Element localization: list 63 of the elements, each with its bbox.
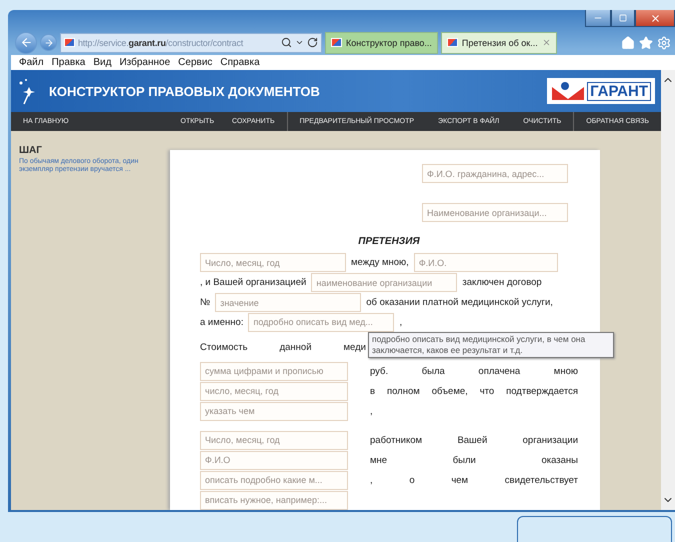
input-field[interactable]: указать чем xyxy=(200,402,348,421)
close-icon xyxy=(650,12,660,24)
document-text: Стоимость данной меди xyxy=(200,342,366,353)
search-icon[interactable] xyxy=(281,37,292,48)
back-button[interactable] xyxy=(15,32,37,54)
input-field[interactable]: Ф.И.О. xyxy=(414,253,558,272)
tooltip: подробно описать вид медицинской услуги, в чем она заключается, каков ее результат и т.д. xyxy=(368,332,614,358)
document-text: , xyxy=(370,406,374,417)
input-field[interactable]: наименование организации xyxy=(311,273,458,292)
document-text: между мною, xyxy=(351,257,409,268)
document-text: работником Вашей организации xyxy=(370,434,578,446)
home-icon[interactable] xyxy=(621,36,635,50)
star-icon[interactable] xyxy=(639,36,653,50)
site-title: КОНСТРУКТОР ПРАВОВЫХ ДОКУМЕНТОВ xyxy=(49,84,320,98)
document-text: заключен договор xyxy=(462,277,542,288)
input-field[interactable]: число, месяц, год xyxy=(200,382,348,401)
close-icon[interactable] xyxy=(542,38,551,47)
maximize-icon xyxy=(619,14,627,22)
menu-item[interactable]: Сервис xyxy=(178,57,212,68)
input-field[interactable]: Наименование организаци... xyxy=(422,203,568,222)
document-text: № xyxy=(200,297,210,308)
document-text: , о чем свидетельствует xyxy=(370,474,578,486)
input-field[interactable]: значение xyxy=(215,293,362,312)
input-field[interactable]: Ф.И.О. гражданина, адрес... xyxy=(422,164,568,183)
logo: ГАРАНТ xyxy=(547,78,655,104)
forward-button[interactable] xyxy=(40,34,57,51)
menu-item[interactable]: Файл xyxy=(19,57,44,68)
browser-tab[interactable]: Конструктор право... xyxy=(325,32,438,54)
input-field[interactable]: Число, месяц, год xyxy=(200,430,348,450)
menu-item[interactable]: Избранное xyxy=(119,57,170,68)
input-field[interactable]: Число, месяц, год xyxy=(200,253,346,272)
arrow-left-icon xyxy=(20,36,32,49)
caret-icon[interactable] xyxy=(295,38,304,47)
refresh-icon[interactable] xyxy=(307,37,318,48)
browser-tab[interactable]: Претензия об ок... xyxy=(440,32,557,54)
input-field[interactable]: подробно описать вид мед... xyxy=(248,312,394,332)
document-text: об оказании платной медицинской услуги, xyxy=(366,297,553,308)
document-title: ПРЕТЕНЗИЯ xyxy=(358,236,420,247)
site-icon xyxy=(331,38,342,47)
scrollbar[interactable] xyxy=(661,70,675,510)
close-button[interactable] xyxy=(635,10,675,27)
menu-item[interactable]: Правка xyxy=(52,57,86,68)
document-text: в полном объеме, что подтверждается xyxy=(370,386,578,397)
site-icon xyxy=(446,38,458,47)
step-heading: ШАГ xyxy=(19,145,43,156)
menu-item[interactable]: Вид xyxy=(93,57,112,68)
document-text: , и Вашей организацией xyxy=(200,277,306,288)
input-field[interactable]: вписать нужное, например:... xyxy=(200,490,348,510)
document-text: , xyxy=(399,316,402,328)
maximize-button[interactable] xyxy=(611,10,635,27)
arrow-right-icon xyxy=(44,38,54,48)
address-bar[interactable]: http://service.garant.ru/constructor/contract xyxy=(60,32,322,52)
input-field[interactable]: описать подробно какие м... xyxy=(200,470,348,490)
document-text: а именно: xyxy=(200,316,244,328)
input-field[interactable]: сумма цифрами и прописью xyxy=(200,362,348,381)
logo-mark-icon xyxy=(551,81,586,101)
document-text: руб. была оплачена мною xyxy=(370,366,578,377)
site-icon xyxy=(64,38,75,47)
settings-icon[interactable] xyxy=(657,36,671,50)
input-field[interactable]: Ф.И.О xyxy=(200,450,348,470)
menu-item[interactable]: Справка xyxy=(220,57,260,68)
document-text: мне были оказаны xyxy=(370,454,578,466)
minimize-button[interactable] xyxy=(585,10,611,27)
